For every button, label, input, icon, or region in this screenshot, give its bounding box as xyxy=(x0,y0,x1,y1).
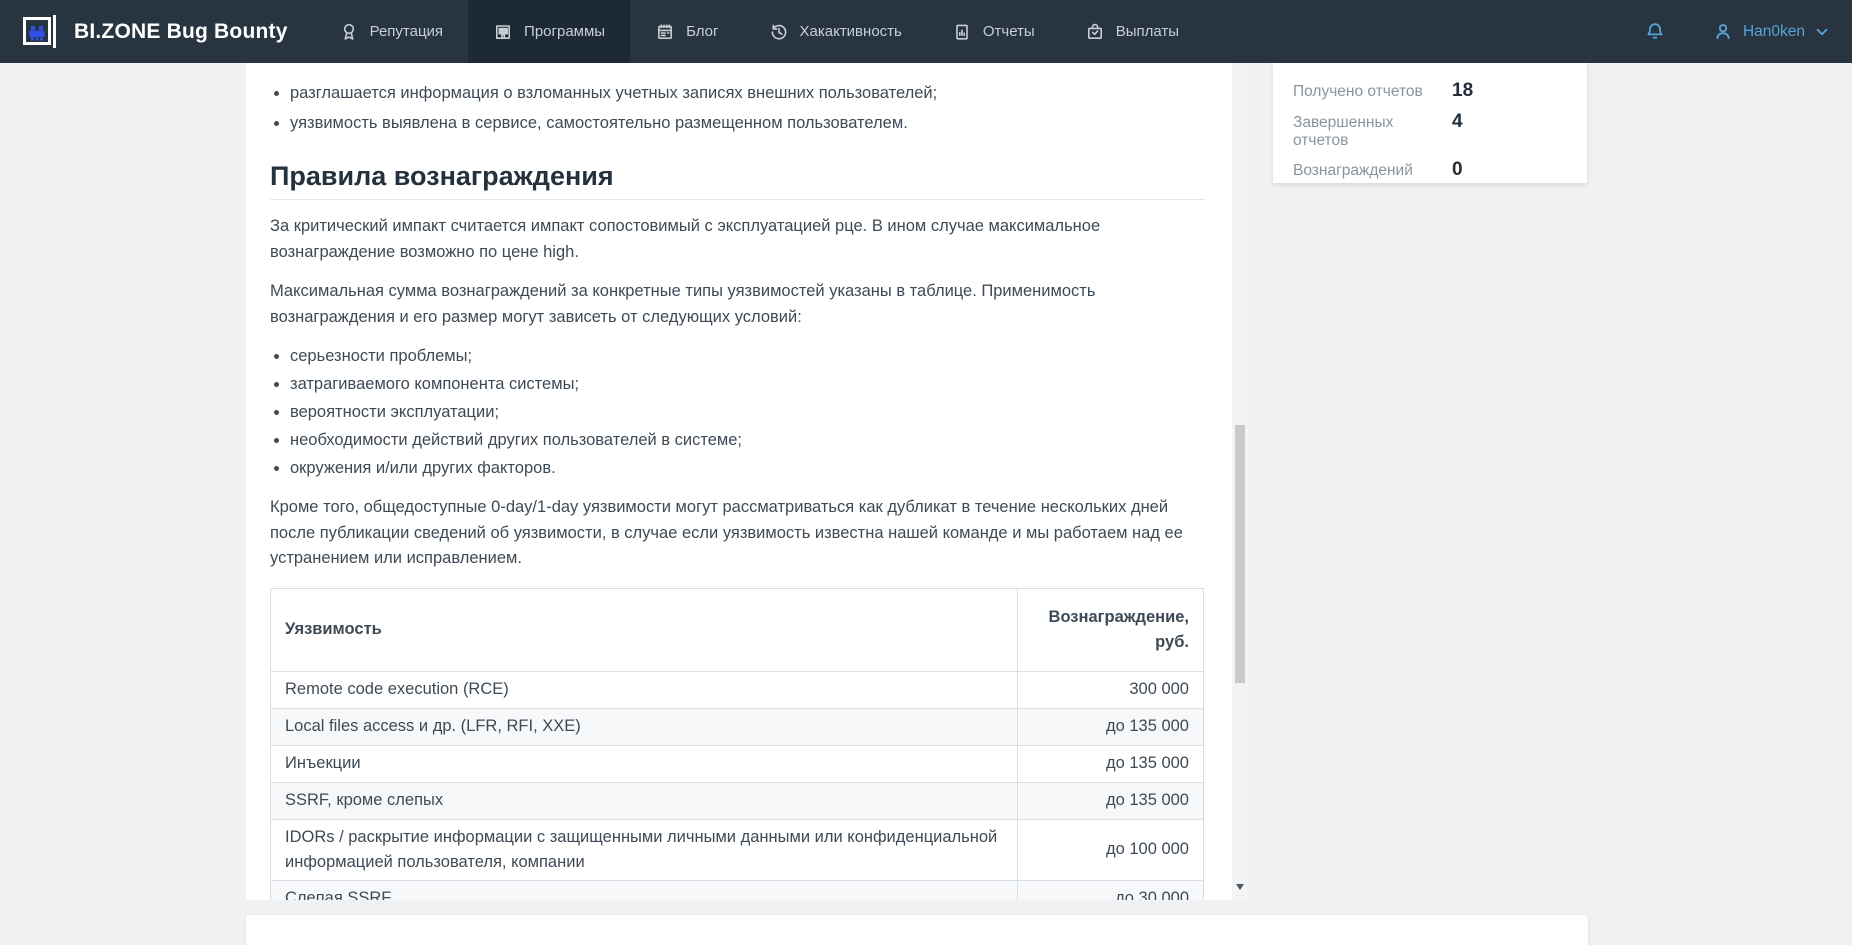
bell-icon xyxy=(1644,21,1666,43)
section-divider xyxy=(270,199,1205,200)
stat-row: Вознаграждений 0 xyxy=(1293,159,1567,181)
nav-item-label: Программы xyxy=(524,23,605,40)
report-icon xyxy=(952,22,972,42)
reward-cell: 300 000 xyxy=(1018,671,1204,708)
nav-item-hackactivity[interactable]: Хакактивность xyxy=(744,0,927,63)
header-right: Han0ken xyxy=(1644,0,1852,63)
rewards-table: Уязвимость Вознаграждение, руб. Remote c… xyxy=(270,588,1204,901)
reward-cell: до 30 000 xyxy=(1018,880,1204,900)
medal-icon xyxy=(339,22,359,42)
stat-value: 4 xyxy=(1452,111,1463,133)
stat-row: Получено отчетов 18 xyxy=(1293,80,1567,102)
briefcase-icon xyxy=(1085,22,1105,42)
vulnerability-cell: IDORs / раскрытие информации с защищенны… xyxy=(271,819,1018,880)
list-item: окружения и/или других факторов. xyxy=(290,456,1205,481)
reward-cell: до 135 000 xyxy=(1018,782,1204,819)
column-header-reward: Вознаграждение, руб. xyxy=(1018,588,1204,671)
bizone-logo-icon xyxy=(18,10,62,54)
list-item: затрагиваемого компонента системы; xyxy=(290,372,1205,397)
exclusions-list: разглашается информация о взломанных уче… xyxy=(270,81,1205,136)
stat-value: 18 xyxy=(1452,80,1473,102)
section-title: Правила вознаграждения xyxy=(270,160,1205,192)
reward-cell: до 135 000 xyxy=(1018,708,1204,745)
table-row: Remote code execution (RCE) 300 000 xyxy=(271,671,1204,708)
reward-cell: до 135 000 xyxy=(1018,745,1204,782)
scrollbar-thumb[interactable] xyxy=(1235,425,1245,683)
next-section-card xyxy=(246,915,1588,945)
vulnerability-cell: Remote code execution (RCE) xyxy=(271,671,1018,708)
program-description-card: разглашается информация о взломанных уче… xyxy=(246,63,1233,900)
paragraph: За критический импакт считается импакт с… xyxy=(270,214,1205,265)
table-row: SSRF, кроме слепых до 135 000 xyxy=(271,782,1204,819)
nav-item-blog[interactable]: Блог xyxy=(630,0,743,63)
list-item: необходимости действий других пользовате… xyxy=(290,428,1205,453)
nav-item-payments[interactable]: Выплаты xyxy=(1060,0,1204,63)
nav-item-label: Репутация xyxy=(370,23,443,40)
list-item: серьезности проблемы; xyxy=(290,344,1205,369)
chevron-down-icon xyxy=(1814,24,1830,40)
scrollbar-down-button[interactable] xyxy=(1233,880,1247,894)
table-row: Слепая SSRF до 30 000 xyxy=(271,880,1204,900)
blog-icon xyxy=(655,22,675,42)
history-icon xyxy=(769,22,789,42)
brand[interactable]: BI.ZONE Bug Bounty xyxy=(0,0,288,63)
paragraph: Кроме того, общедоступные 0-day/1-day уя… xyxy=(270,495,1205,572)
table-row: Local files access и др. (LFR, RFI, XXE)… xyxy=(271,708,1204,745)
vulnerability-cell: Слепая SSRF xyxy=(271,880,1018,900)
column-header-vulnerability: Уязвимость xyxy=(271,588,1018,671)
stat-value: 0 xyxy=(1452,159,1463,181)
table-row: IDORs / раскрытие информации с защищенны… xyxy=(271,819,1204,880)
stat-label: Вознаграждений xyxy=(1293,162,1452,180)
vulnerability-cell: Local files access и др. (LFR, RFI, XXE) xyxy=(271,708,1018,745)
vulnerability-cell: Инъекции xyxy=(271,745,1018,782)
table-row: Инъекции до 135 000 xyxy=(271,745,1204,782)
stat-label: Получено отчетов xyxy=(1293,83,1452,101)
nav-item-reputation[interactable]: Репутация xyxy=(314,0,468,63)
list-item: уязвимость выявлена в сервисе, самостоят… xyxy=(290,111,1205,136)
user-menu[interactable]: Han0ken xyxy=(1712,21,1830,43)
notifications-button[interactable] xyxy=(1644,21,1666,43)
scrollbar-down-arrow-icon xyxy=(1236,884,1244,890)
reward-cell: до 100 000 xyxy=(1018,819,1204,880)
building-icon xyxy=(493,22,513,42)
nav-item-label: Хакактивность xyxy=(800,23,902,40)
list-item: разглашается информация о взломанных уче… xyxy=(290,81,1205,106)
person-icon xyxy=(1712,21,1734,43)
nav-item-label: Отчеты xyxy=(983,23,1035,40)
list-item: вероятности эксплуатации; xyxy=(290,400,1205,425)
nav-item-label: Выплаты xyxy=(1116,23,1179,40)
nav-item-programs[interactable]: Программы xyxy=(468,0,630,63)
stat-row: Завершенных отчетов 4 xyxy=(1293,111,1567,150)
nav-item-label: Блог xyxy=(686,23,718,40)
conditions-list: серьезности проблемы; затрагиваемого ком… xyxy=(270,344,1205,481)
paragraph: Максимальная сумма вознаграждений за кон… xyxy=(270,279,1205,330)
user-name: Han0ken xyxy=(1743,23,1805,41)
top-nav: BI.ZONE Bug Bounty Репутация Программы xyxy=(0,0,1852,63)
vulnerability-cell: SSRF, кроме слепых xyxy=(271,782,1018,819)
nav-item-reports[interactable]: Отчеты xyxy=(927,0,1060,63)
table-header-row: Уязвимость Вознаграждение, руб. xyxy=(271,588,1204,671)
brand-title: BI.ZONE Bug Bounty xyxy=(74,20,288,44)
program-stats-card: Получено отчетов 18 Завершенных отчетов … xyxy=(1273,63,1587,183)
stat-label: Завершенных отчетов xyxy=(1293,114,1452,150)
main-nav: Репутация Программы xyxy=(314,0,1204,63)
